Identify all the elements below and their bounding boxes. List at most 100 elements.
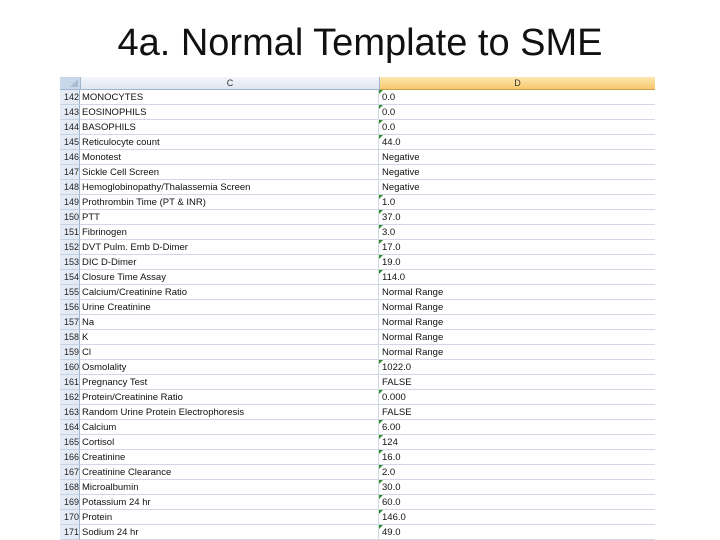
cell-test-name[interactable]: DVT Pulm. Emb D-Dimer — [80, 240, 379, 255]
row-number[interactable]: 161 — [60, 375, 80, 390]
row-number[interactable]: 144 — [60, 120, 80, 135]
cell-test-name[interactable]: Osmolality — [80, 360, 379, 375]
cell-value[interactable]: 2.0 — [379, 465, 655, 480]
row-number[interactable]: 170 — [60, 510, 80, 525]
cell-value[interactable]: 37.0 — [379, 210, 655, 225]
row-number[interactable]: 159 — [60, 345, 80, 360]
row-number[interactable]: 163 — [60, 405, 80, 420]
cell-value[interactable]: 17.0 — [379, 240, 655, 255]
row-number[interactable]: 147 — [60, 165, 80, 180]
cell-test-name[interactable]: Reticulocyte count — [80, 135, 379, 150]
cell-test-name[interactable]: MONOCYTES — [80, 90, 379, 105]
cell-test-name[interactable]: EOSINOPHILS — [80, 105, 379, 120]
cell-value-text: 19.0 — [382, 257, 401, 268]
cell-test-name[interactable]: Creatinine Clearance — [80, 465, 379, 480]
cell-value[interactable]: 44.0 — [379, 135, 655, 150]
cell-value[interactable]: 1022.0 — [379, 360, 655, 375]
table-row: 161 Pregnancy Test FALSE — [60, 375, 655, 390]
cell-value[interactable]: 146.0 — [379, 510, 655, 525]
cell-test-name[interactable]: Na — [80, 315, 379, 330]
cell-value[interactable]: 60.0 — [379, 495, 655, 510]
row-number[interactable]: 167 — [60, 465, 80, 480]
cell-value-text: 16.0 — [382, 452, 401, 463]
row-number[interactable]: 162 — [60, 390, 80, 405]
cell-test-name[interactable]: Sodium 24 hr — [80, 525, 379, 540]
row-number[interactable]: 154 — [60, 270, 80, 285]
cell-test-name[interactable]: Protein — [80, 510, 379, 525]
cell-value[interactable]: 114.0 — [379, 270, 655, 285]
cell-value[interactable]: 3.0 — [379, 225, 655, 240]
cell-value[interactable]: 124 — [379, 435, 655, 450]
cell-value[interactable]: Negative — [379, 165, 655, 180]
error-indicator-icon — [379, 105, 383, 109]
cell-test-name[interactable]: Creatinine — [80, 450, 379, 465]
cell-value[interactable]: Normal Range — [379, 285, 655, 300]
row-number[interactable]: 152 — [60, 240, 80, 255]
row-number[interactable]: 151 — [60, 225, 80, 240]
cell-value[interactable]: 0.000 — [379, 390, 655, 405]
row-number[interactable]: 146 — [60, 150, 80, 165]
cell-test-name[interactable]: Potassium 24 hr — [80, 495, 379, 510]
cell-value[interactable]: 6.00 — [379, 420, 655, 435]
cell-value[interactable]: Normal Range — [379, 315, 655, 330]
row-number[interactable]: 150 — [60, 210, 80, 225]
cell-test-name[interactable]: Microalbumin — [80, 480, 379, 495]
cell-test-name[interactable]: Random Urine Protein Electrophoresis — [80, 405, 379, 420]
row-number[interactable]: 166 — [60, 450, 80, 465]
cell-value[interactable]: FALSE — [379, 405, 655, 420]
cell-value[interactable]: 0.0 — [379, 90, 655, 105]
cell-value[interactable]: 19.0 — [379, 255, 655, 270]
cell-value[interactable]: 16.0 — [379, 450, 655, 465]
row-number[interactable]: 143 — [60, 105, 80, 120]
row-number[interactable]: 156 — [60, 300, 80, 315]
cell-test-name[interactable]: PTT — [80, 210, 379, 225]
row-number[interactable]: 168 — [60, 480, 80, 495]
cell-test-name[interactable]: Protein/Creatinine Ratio — [80, 390, 379, 405]
cell-test-name[interactable]: Sickle Cell Screen — [80, 165, 379, 180]
row-number[interactable]: 164 — [60, 420, 80, 435]
cell-test-name[interactable]: Monotest — [80, 150, 379, 165]
column-header-d[interactable]: D — [380, 77, 655, 90]
cell-value[interactable]: 0.0 — [379, 120, 655, 135]
row-number[interactable]: 155 — [60, 285, 80, 300]
cell-test-name[interactable]: Calcium/Creatinine Ratio — [80, 285, 379, 300]
cell-value[interactable]: 30.0 — [379, 480, 655, 495]
row-number[interactable]: 169 — [60, 495, 80, 510]
cell-test-name[interactable]: K — [80, 330, 379, 345]
cell-test-name[interactable]: Prothrombin Time (PT & INR) — [80, 195, 379, 210]
cell-test-name[interactable]: Fibrinogen — [80, 225, 379, 240]
cell-test-name[interactable]: DIC D-Dimer — [80, 255, 379, 270]
cell-value[interactable]: Normal Range — [379, 330, 655, 345]
cell-test-name[interactable]: Calcium — [80, 420, 379, 435]
cell-test-name[interactable]: Closure Time Assay — [80, 270, 379, 285]
cell-value[interactable]: FALSE — [379, 375, 655, 390]
column-header-c[interactable]: C — [81, 77, 380, 90]
cell-value[interactable]: 1.0 — [379, 195, 655, 210]
cell-value[interactable]: 0.0 — [379, 105, 655, 120]
cell-value[interactable]: Negative — [379, 150, 655, 165]
select-all-button[interactable] — [60, 77, 81, 90]
row-number[interactable]: 142 — [60, 90, 80, 105]
cell-value[interactable]: Normal Range — [379, 300, 655, 315]
cell-value-text: FALSE — [382, 407, 412, 418]
cell-test-name[interactable]: Hemoglobinopathy/Thalassemia Screen — [80, 180, 379, 195]
row-number[interactable]: 165 — [60, 435, 80, 450]
row-number[interactable]: 153 — [60, 255, 80, 270]
cell-test-name[interactable]: BASOPHILS — [80, 120, 379, 135]
cell-test-name[interactable]: Pregnancy Test — [80, 375, 379, 390]
row-number[interactable]: 158 — [60, 330, 80, 345]
row-number[interactable]: 160 — [60, 360, 80, 375]
cell-value-text: 6.00 — [382, 422, 401, 433]
row-number[interactable]: 157 — [60, 315, 80, 330]
cell-test-name[interactable]: Urine Creatinine — [80, 300, 379, 315]
row-number[interactable]: 171 — [60, 525, 80, 540]
cell-value[interactable]: Normal Range — [379, 345, 655, 360]
row-number[interactable]: 149 — [60, 195, 80, 210]
row-number[interactable]: 145 — [60, 135, 80, 150]
cell-test-name[interactable]: Cl — [80, 345, 379, 360]
row-number[interactable]: 148 — [60, 180, 80, 195]
cell-value[interactable]: Negative — [379, 180, 655, 195]
cell-value[interactable]: 49.0 — [379, 525, 655, 540]
cell-value-text: 124 — [382, 437, 398, 448]
cell-test-name[interactable]: Cortisol — [80, 435, 379, 450]
